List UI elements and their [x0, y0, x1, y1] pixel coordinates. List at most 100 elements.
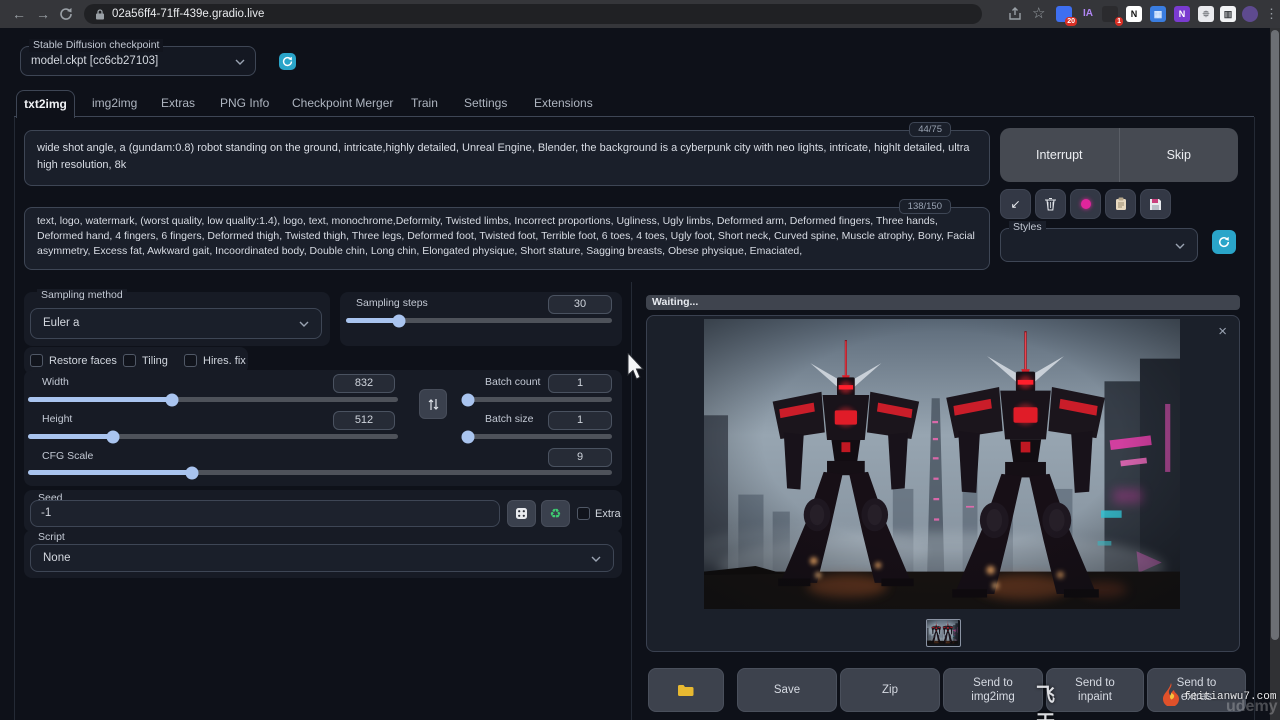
batch-size-slider[interactable] [468, 434, 612, 439]
app-window: ← → 02a56ff4-71ff-439e.gradio.live ☆ 20 … [0, 0, 1280, 720]
height-input[interactable]: 512 [333, 411, 395, 430]
slider-handle[interactable] [107, 430, 120, 443]
send-to-extras-button[interactable]: Send to extras [1147, 668, 1246, 712]
send-extras-label: Send to extras [1162, 676, 1231, 705]
styles-dropdown[interactable]: Styles [1000, 228, 1198, 262]
hires-fix-checkbox[interactable] [184, 354, 197, 367]
seed-input[interactable]: -1 [30, 500, 500, 527]
tab-train[interactable]: Train [411, 90, 438, 117]
prompt-textarea[interactable]: 44/75 wide shot angle, a (gundam:0.8) ro… [24, 130, 990, 186]
hires-fix-label: Hires. fix [203, 354, 246, 369]
extra-networks-button[interactable] [1070, 189, 1101, 219]
checkpoint-refresh-button[interactable] [279, 53, 296, 70]
negative-prompt-textarea[interactable]: 138/150 text, logo, watermark, (worst qu… [24, 207, 990, 270]
save-style-button[interactable] [1140, 189, 1171, 219]
browser-menu-icon[interactable]: ⋮ [1265, 0, 1278, 28]
restore-faces-label: Restore faces [49, 354, 117, 369]
script-select[interactable]: None [30, 544, 614, 572]
tab-txt2img[interactable]: txt2img [16, 90, 75, 118]
height-slider[interactable] [28, 434, 398, 439]
thumbnail-image [927, 620, 958, 644]
tab-png-info[interactable]: PNG Info [220, 90, 269, 117]
restore-faces-checkbox[interactable] [30, 354, 43, 367]
extension-badge-2: 1 [1115, 17, 1123, 26]
bookmark-star-icon[interactable]: ☆ [1032, 0, 1045, 28]
cfg-scale-input[interactable]: 9 [548, 448, 612, 467]
tab-txt2img-label: txt2img [24, 97, 67, 111]
zip-button[interactable]: Zip [840, 668, 940, 712]
checkpoint-label: Stable Diffusion checkpoint [29, 39, 163, 52]
cfg-scale-slider[interactable] [28, 470, 612, 475]
tab-extensions[interactable]: Extensions [534, 90, 593, 117]
send-to-img2img-button[interactable]: Send to img2img [943, 668, 1043, 712]
tiling-checkbox[interactable] [123, 354, 136, 367]
sampling-method-select[interactable]: Sampling method Euler a [30, 308, 322, 339]
close-icon[interactable]: × [1218, 324, 1227, 339]
tab-img2img[interactable]: img2img [92, 90, 137, 117]
gallery-thumbnail[interactable] [926, 619, 961, 647]
save-button[interactable]: Save [737, 668, 837, 712]
extension-notion-icon[interactable]: N [1126, 6, 1142, 22]
slider-handle[interactable] [393, 314, 406, 327]
generated-image[interactable] [704, 319, 1180, 609]
address-bar[interactable]: 02a56ff4-71ff-439e.gradio.live [84, 4, 982, 24]
chevron-down-icon [235, 59, 245, 65]
trash-icon [1044, 197, 1057, 211]
send-img2img-label: Send to img2img [958, 676, 1028, 705]
slider-handle[interactable] [462, 393, 475, 406]
extension-ia-icon[interactable]: IA [1080, 6, 1096, 22]
scrollbar-thumb[interactable] [1271, 30, 1279, 640]
extension-onenote-icon[interactable]: N [1174, 6, 1190, 22]
batch-size-label: Batch size [481, 413, 537, 426]
clear-prompt-button[interactable] [1035, 189, 1066, 219]
batch-count-label: Batch count [481, 376, 544, 389]
paste-arrow-icon: ↙ [1010, 197, 1020, 211]
save-label: Save [774, 683, 800, 697]
extension-photos-icon[interactable]: ▦ [1150, 6, 1166, 22]
profile-avatar[interactable] [1242, 6, 1258, 22]
width-slider[interactable] [28, 397, 398, 402]
batch-count-slider[interactable] [468, 397, 612, 402]
styles-refresh-button[interactable] [1212, 230, 1236, 254]
reading-mode-icon[interactable]: ▥ [1220, 6, 1236, 22]
image-viewer: × [646, 315, 1240, 652]
open-folder-button[interactable] [648, 668, 724, 712]
reuse-seed-button[interactable]: ♻ [541, 500, 570, 527]
random-seed-button[interactable] [507, 500, 536, 527]
slider-handle[interactable] [185, 466, 198, 479]
extension-pin-icon[interactable]: 20 [1056, 6, 1072, 22]
swap-arrows-icon [428, 398, 439, 411]
styles-label: Styles [1009, 221, 1046, 234]
tab-extras[interactable]: Extras [161, 90, 195, 117]
send-to-inpaint-button[interactable]: Send to inpaint [1046, 668, 1144, 712]
tab-checkpoint-merger[interactable]: Checkpoint Merger [292, 90, 393, 117]
cfg-scale-label: CFG Scale [38, 450, 97, 463]
paste-generation-params-button[interactable]: ↙ [1000, 189, 1031, 219]
batch-size-input[interactable]: 1 [548, 411, 612, 430]
browser-back-icon[interactable]: ← [12, 0, 26, 28]
apply-style-button[interactable] [1105, 189, 1136, 219]
slider-handle[interactable] [166, 393, 179, 406]
tab-settings[interactable]: Settings [464, 90, 507, 117]
folder-icon [677, 683, 695, 697]
swap-dimensions-button[interactable] [419, 389, 447, 419]
padlock-icon [95, 9, 105, 20]
dice-icon [515, 507, 528, 520]
slider-handle[interactable] [462, 430, 475, 443]
width-input[interactable]: 832 [333, 374, 395, 393]
browser-reload-icon[interactable] [59, 7, 73, 21]
batch-count-input[interactable]: 1 [548, 374, 612, 393]
interrupt-button[interactable]: Interrupt [1000, 128, 1120, 182]
sampling-steps-slider[interactable] [346, 318, 612, 323]
checkpoint-dropdown[interactable]: Stable Diffusion checkpoint model.ckpt [… [20, 46, 256, 76]
skip-button[interactable]: Skip [1120, 128, 1239, 182]
tiling-label: Tiling [142, 354, 168, 369]
extension-dark-icon[interactable]: 1 [1102, 6, 1118, 22]
extra-seed-checkbox[interactable] [577, 507, 590, 520]
extensions-puzzle-icon[interactable]: ⯐ [1198, 6, 1214, 22]
share-icon[interactable] [1008, 7, 1022, 21]
floppy-disk-icon [1149, 198, 1162, 211]
sampling-steps-input[interactable]: 30 [548, 295, 612, 314]
sampling-steps-label: Sampling steps [352, 297, 432, 310]
browser-forward-icon[interactable]: → [36, 0, 50, 28]
